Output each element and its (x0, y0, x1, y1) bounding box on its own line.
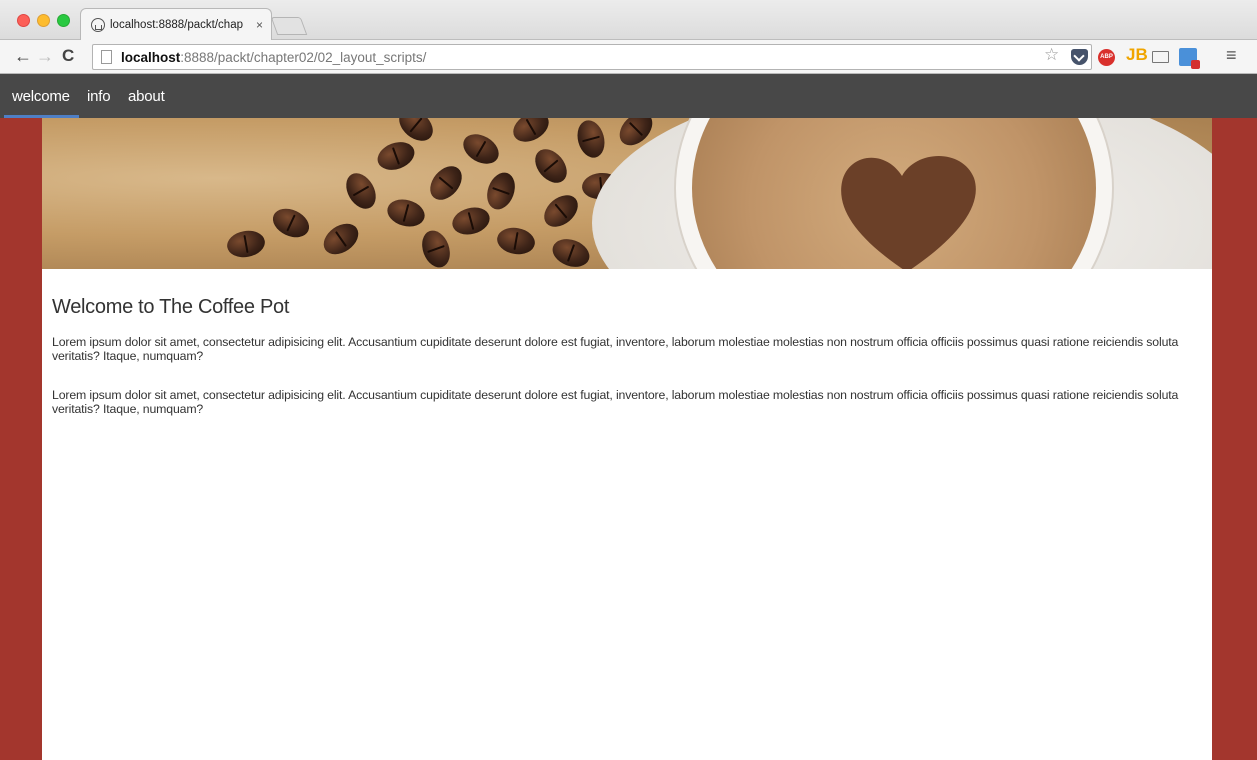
back-icon[interactable]: ← (14, 47, 32, 65)
coffee-bean (373, 137, 419, 175)
coffee-bean (528, 143, 574, 189)
github-icon (91, 17, 105, 32)
close-window-button[interactable] (17, 14, 30, 27)
star-icon[interactable]: ☆ (1044, 46, 1059, 63)
coffee-bean (384, 195, 428, 231)
browser-tab[interactable]: localhost:8888/packt/chap × (80, 8, 272, 40)
abp-icon[interactable]: ABP (1098, 49, 1115, 66)
coffee-bean (538, 188, 584, 234)
coffee-bean (482, 168, 520, 214)
coffee-bean (225, 227, 267, 261)
coffee-bean (573, 118, 609, 161)
cast-icon[interactable] (1152, 51, 1169, 63)
app-nav: welcome info about (0, 74, 1257, 118)
browser-titlebar: localhost:8888/packt/chap × (0, 0, 1257, 40)
coffee-bean (317, 217, 365, 261)
reload-icon[interactable]: C (62, 47, 74, 65)
jb-icon[interactable]: JB (1126, 46, 1148, 63)
page-title: Welcome to The Coffee Pot (52, 296, 290, 318)
nav-item-info[interactable]: info (87, 88, 111, 105)
url-text[interactable]: localhost:8888/packt/chapter02/02_layout… (121, 50, 426, 65)
tab-title: localhost:8888/packt/chap (110, 18, 243, 31)
nav-item-welcome[interactable]: welcome (12, 88, 70, 105)
minimize-window-button[interactable] (37, 14, 50, 27)
paragraph: Lorem ipsum dolor sit amet, consectetur … (52, 388, 1179, 416)
forward-icon[interactable]: → (36, 47, 54, 65)
menu-icon[interactable]: ≡ (1226, 46, 1237, 64)
browser-toolbar: ← → C localhost:8888/packt/chapter02/02_… (0, 40, 1257, 74)
tab-close-icon[interactable]: × (256, 19, 263, 31)
coffee-bean (458, 128, 504, 170)
latte-heart (841, 156, 976, 269)
new-tab-button[interactable] (270, 17, 308, 35)
hero-image (42, 118, 1212, 269)
maximize-window-button[interactable] (57, 14, 70, 27)
coffee-bean (449, 203, 493, 239)
paragraph: Lorem ipsum dolor sit amet, consectetur … (52, 335, 1179, 363)
page-icon (101, 50, 112, 64)
app-icon[interactable] (1179, 48, 1200, 69)
address-bar[interactable]: localhost:8888/packt/chapter02/02_layout… (92, 44, 1092, 70)
content-panel: Welcome to The Coffee Pot Lorem ipsum do… (42, 118, 1212, 760)
coffee-bean (495, 224, 537, 258)
coffee-bean (268, 203, 314, 243)
coffee-bean (423, 160, 469, 206)
page-viewport: welcome info about Welcome to The Coffee… (0, 74, 1257, 760)
coffee-bean (340, 168, 382, 214)
coffee-bean (508, 118, 554, 148)
coffee-bean (417, 226, 455, 269)
coffee-bean (548, 234, 594, 269)
nav-item-about[interactable]: about (128, 88, 165, 105)
